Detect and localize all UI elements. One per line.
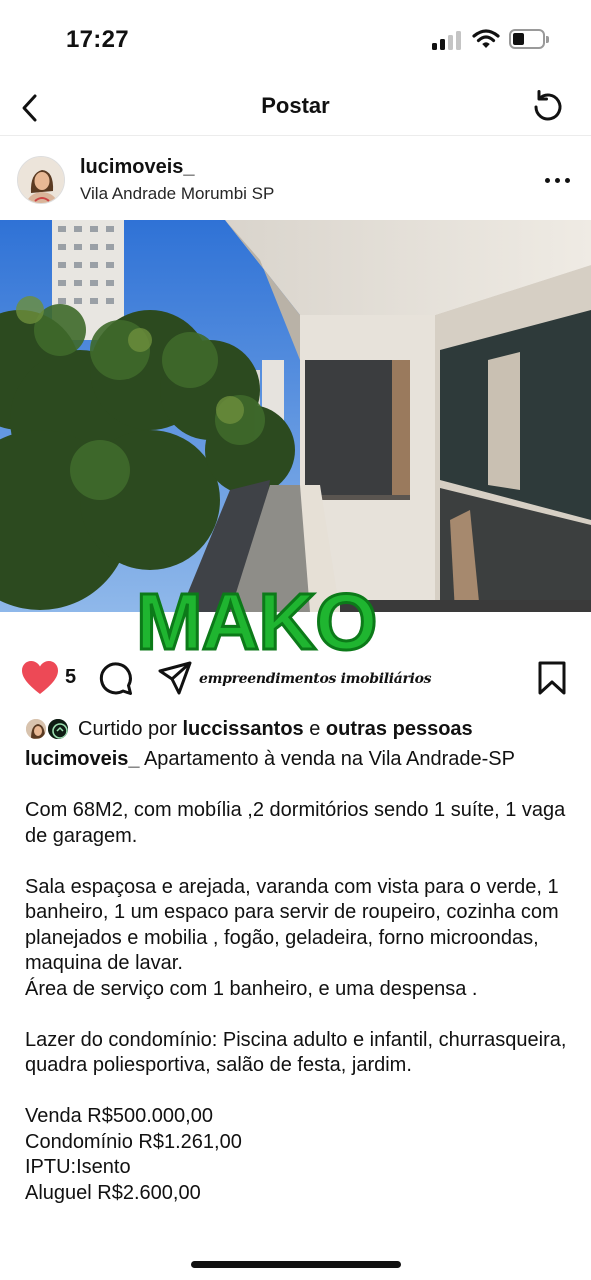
- refresh-icon: [534, 90, 562, 121]
- liked-by-text: Curtido por luccissantos e outras pessoa…: [78, 718, 473, 740]
- more-options-button[interactable]: [540, 170, 576, 190]
- share-icon[interactable]: [157, 660, 193, 696]
- caption-body: Com 68M2, com mobília ,2 dormitórios sen…: [25, 799, 567, 1204]
- post-image[interactable]: [0, 220, 591, 612]
- liker-avatar: [46, 717, 70, 741]
- post-username[interactable]: lucimoveis_: [80, 156, 195, 179]
- cellular-signal-icon: [432, 30, 462, 50]
- logo-wordmark: MAKO: [134, 577, 378, 666]
- home-indicator[interactable]: [191, 1261, 401, 1268]
- liked-by-others[interactable]: outras pessoas: [326, 718, 473, 740]
- top-nav-bar: Postar: [0, 80, 591, 136]
- post-header: lucimoveis_ Vila Andrade Morumbi SP: [0, 146, 591, 216]
- wifi-icon: [472, 29, 500, 48]
- post-location[interactable]: Vila Andrade Morumbi SP: [80, 184, 274, 204]
- post-caption: lucimoveis_ Apartamento à venda na Vila …: [25, 747, 585, 1206]
- refresh-button[interactable]: [528, 86, 568, 126]
- status-time: 17:27: [66, 26, 129, 53]
- bookmark-icon[interactable]: [536, 660, 568, 696]
- liked-by-row[interactable]: Curtido por luccissantos e outras pessoa…: [0, 716, 591, 744]
- like-heart-icon[interactable]: [21, 660, 59, 696]
- caption-title: Apartamento à venda na Vila Andrade-SP: [139, 748, 515, 770]
- page-title: Postar: [261, 93, 330, 118]
- avatar[interactable]: [17, 156, 65, 204]
- comment-icon[interactable]: [98, 660, 134, 696]
- liker-avatar: [24, 717, 48, 741]
- post-actions: 5: [0, 656, 591, 700]
- battery-icon: [509, 29, 549, 49]
- liked-by-user[interactable]: luccissantos: [183, 718, 304, 740]
- like-count[interactable]: 5: [65, 666, 76, 689]
- status-bar: 17:27: [0, 0, 591, 80]
- avatar-photo: [18, 157, 64, 203]
- balcony-view-photo: [0, 220, 591, 612]
- caption-username[interactable]: lucimoveis_: [25, 748, 140, 770]
